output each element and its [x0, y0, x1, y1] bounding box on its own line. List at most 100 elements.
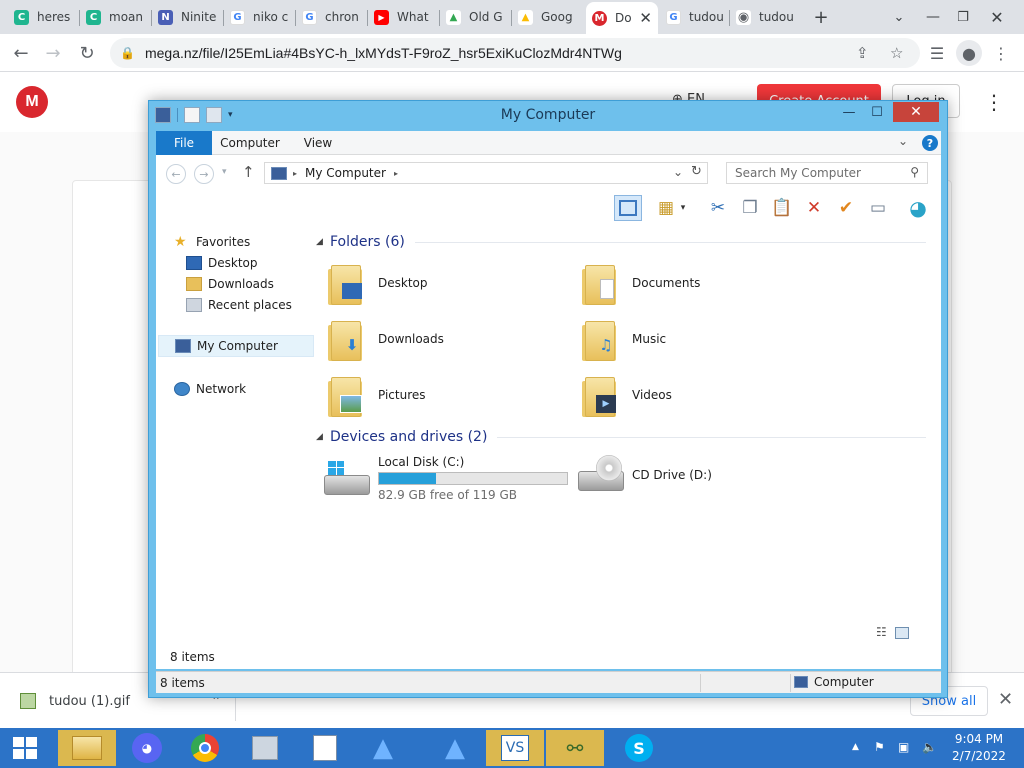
restore-browser-icon[interactable]: ❐	[948, 4, 978, 30]
tab-heres[interactable]: C heres	[8, 4, 80, 30]
mega-menu-icon[interactable]: ⋮	[984, 90, 1004, 114]
check-mark-icon[interactable]: ✔	[832, 195, 860, 221]
preview-pane-icon[interactable]	[614, 195, 642, 221]
details-view-icon[interactable]: ☷	[876, 625, 887, 639]
folder-pictures[interactable]: Pictures	[316, 369, 556, 421]
recent-locations-chevron-icon[interactable]: ▾	[222, 167, 227, 177]
taskbar-app-monitor[interactable]	[236, 730, 294, 766]
maximize-icon[interactable]: ☐	[863, 102, 891, 122]
tab-goog[interactable]: ▲ Goog	[512, 4, 584, 30]
collapse-triangle-icon[interactable]: ◢	[316, 432, 330, 442]
large-icons-view-icon[interactable]	[894, 627, 909, 639]
help-icon[interactable]: ?	[922, 135, 938, 151]
tab-old-g[interactable]: ▲ Old G	[440, 4, 512, 30]
tray-overflow-chevron-icon[interactable]: ▲	[852, 742, 859, 752]
reading-list-icon[interactable]: ☰	[924, 40, 950, 66]
collapse-triangle-icon[interactable]: ◢	[316, 237, 330, 247]
tab-tudou[interactable]: G tudou	[660, 4, 730, 30]
volume-muted-icon[interactable]: 🔈	[922, 740, 937, 754]
explorer-search-input[interactable]: Search My Computer ⚲	[726, 162, 928, 184]
taskbar-app-paint[interactable]	[296, 730, 354, 766]
folder-name: Music	[632, 332, 667, 346]
profile-avatar-icon[interactable]: ●	[956, 40, 982, 66]
browser-menu-icon[interactable]: ⋮	[988, 40, 1014, 66]
mega-icon: M	[592, 10, 607, 26]
mega-logo[interactable]: M	[16, 86, 48, 118]
taskbar-discord[interactable]: ◕	[118, 730, 176, 766]
explorer-address-bar[interactable]: ▸ My Computer ▸ ⌄ ↻	[264, 162, 708, 184]
folder-desktop[interactable]: Desktop	[316, 257, 556, 309]
delete-x-icon[interactable]: ✕	[800, 195, 828, 221]
close-window-icon[interactable]: ✕	[893, 102, 939, 122]
tab-view[interactable]: View	[296, 131, 340, 155]
share-icon[interactable]: ⇪	[856, 44, 869, 62]
tab-niko[interactable]: G niko c	[224, 4, 296, 30]
system-clock[interactable]: 9:04 PM 2/7/2022	[944, 731, 1014, 765]
rename-icon[interactable]: ▭	[864, 195, 892, 221]
address-history-chevron-icon[interactable]: ⌄	[673, 165, 683, 179]
network-tray-icon[interactable]: ▣	[898, 740, 909, 754]
group-header-devices[interactable]: ◢ Devices and drives (2)	[316, 426, 936, 448]
tab-close-icon[interactable]: ✕	[639, 9, 652, 27]
music-folder-icon: ♫	[582, 317, 618, 361]
start-button[interactable]	[0, 730, 50, 766]
folder-music[interactable]: ♫ Music	[570, 313, 810, 365]
nav-my-computer[interactable]: My Computer	[158, 335, 314, 357]
breadcrumb-separator-icon[interactable]: ▸	[293, 169, 297, 178]
properties-dropdown-chevron-icon[interactable]: ▾	[676, 195, 690, 221]
paste-clipboard-icon[interactable]: 📋	[768, 195, 796, 221]
cut-scissors-icon[interactable]: ✂	[704, 195, 732, 221]
tab-tudou-2[interactable]: ◉ tudou	[730, 4, 802, 30]
tab-moan[interactable]: C moan	[80, 4, 152, 30]
forward-arrow-icon[interactable]: →	[194, 164, 214, 184]
command-bar: ▦ ▾ ✂ ❐ 📋 ✕ ✔ ▭ ◕	[156, 191, 941, 225]
nav-favorites[interactable]: ★ Favorites	[174, 231, 250, 253]
refresh-icon[interactable]: ↻	[691, 164, 702, 179]
nav-downloads[interactable]: Downloads	[186, 273, 274, 295]
drive-cd-d[interactable]: CD Drive (D:)	[570, 455, 712, 495]
close-browser-icon[interactable]: ✕	[982, 4, 1012, 30]
folder-downloads[interactable]: ⬇ Downloads	[316, 313, 556, 365]
minimize-icon[interactable]: —	[835, 102, 863, 122]
taskbar-app-shark[interactable]: ▲	[354, 730, 412, 766]
tab-label: Old G	[469, 10, 503, 24]
fin-icon: ▲	[445, 733, 465, 763]
taskbar-file-explorer[interactable]	[58, 730, 116, 766]
nav-desktop[interactable]: Desktop	[186, 252, 258, 274]
tab-search-chevron-icon[interactable]: ⌄	[884, 4, 914, 30]
close-download-bar-icon[interactable]: ✕	[998, 689, 1013, 710]
taskbar-app-network[interactable]: ⚯	[546, 730, 604, 766]
taskbar-skype[interactable]: S	[610, 730, 668, 766]
back-arrow-icon[interactable]: ←	[8, 40, 34, 66]
tab-youtube[interactable]: ▶ What	[368, 4, 440, 30]
copy-icon[interactable]: ❐	[736, 195, 764, 221]
bookmark-star-icon[interactable]: ☆	[890, 44, 903, 62]
back-arrow-icon[interactable]: ←	[166, 164, 186, 184]
taskbar-app-shark-2[interactable]: ▲	[426, 730, 484, 766]
reload-icon[interactable]: ↻	[74, 40, 100, 66]
expand-ribbon-chevron-icon[interactable]: ⌄	[898, 134, 908, 148]
taskbar-app-vs[interactable]: VS	[486, 730, 544, 766]
folder-videos[interactable]: ▶ Videos	[570, 369, 810, 421]
nav-recent-places[interactable]: Recent places	[186, 294, 292, 316]
address-bar[interactable]: 🔒 mega.nz/file/I25EmLia#4BsYC-h_lxMYdsT-…	[110, 38, 920, 68]
drive-local-disk-c[interactable]: Local Disk (C:) 82.9 GB free of 119 GB	[316, 455, 568, 502]
action-center-flag-icon[interactable]: ⚑	[874, 740, 885, 754]
tab-ninite[interactable]: N Ninite	[152, 4, 224, 30]
tab-file[interactable]: File	[156, 131, 212, 155]
new-tab-button[interactable]: +	[806, 4, 836, 30]
folder-documents[interactable]: Documents	[570, 257, 810, 309]
tab-computer[interactable]: Computer	[218, 131, 282, 155]
network-globe-icon[interactable]: ◕	[904, 195, 932, 221]
taskbar-chrome[interactable]	[176, 730, 234, 766]
explorer-title-bar[interactable]: ▾ My Computer — ☐ ✕	[149, 101, 947, 131]
forward-arrow-icon[interactable]: →	[40, 40, 66, 66]
group-header-folders[interactable]: ◢ Folders (6)	[316, 231, 936, 253]
breadcrumb-separator-icon[interactable]: ▸	[394, 169, 398, 178]
tab-chron[interactable]: G chron	[296, 4, 368, 30]
breadcrumb-my-computer[interactable]: My Computer	[305, 166, 386, 180]
up-arrow-icon[interactable]: ↑	[242, 163, 255, 181]
nav-network[interactable]: Network	[174, 378, 246, 400]
minimize-browser-icon[interactable]: —	[918, 4, 948, 30]
tab-mega-active[interactable]: M Do ✕	[586, 2, 658, 34]
